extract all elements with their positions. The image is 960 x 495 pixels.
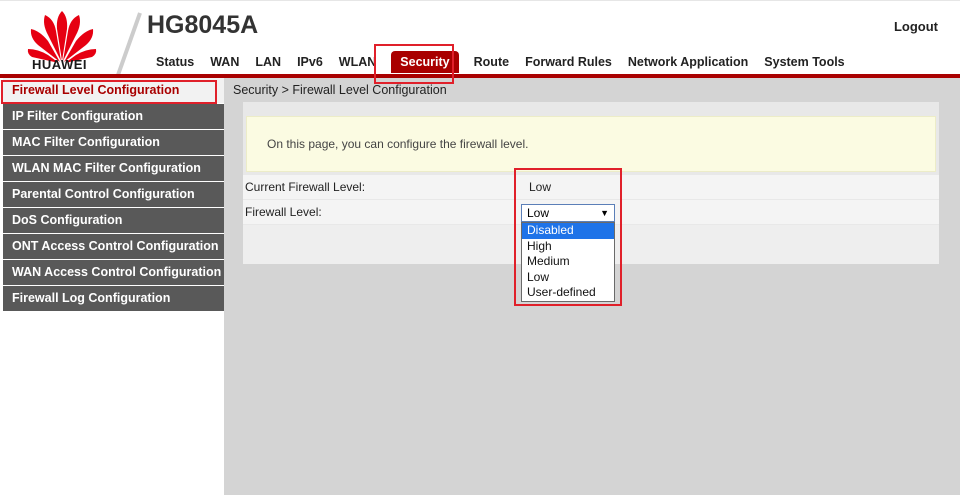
nav-wan[interactable]: WAN: [202, 51, 247, 73]
firewall-level-dropdown: Disabled High Medium Low User-defined: [521, 222, 615, 302]
brand-wordmark: HUAWEI: [32, 57, 87, 72]
header-divider: [116, 12, 142, 76]
option-disabled[interactable]: Disabled: [522, 223, 614, 239]
nav-wlan[interactable]: WLAN: [331, 51, 385, 73]
sidebar-item-mac-filter[interactable]: MAC Filter Configuration: [3, 130, 224, 155]
firewall-level-select-value: Low: [527, 206, 550, 220]
product-title: HG8045A: [147, 11, 259, 39]
sidebar: Firewall Level Configuration IP Filter C…: [0, 78, 224, 495]
sidebar-item-ont-access-control[interactable]: ONT Access Control Configuration: [3, 234, 224, 259]
sidebar-item-wlan-mac-filter[interactable]: WLAN MAC Filter Configuration: [3, 156, 224, 181]
sidebar-item-dos[interactable]: DoS Configuration: [3, 208, 224, 233]
option-high[interactable]: High: [522, 239, 614, 255]
current-level-row: Current Firewall Level: Low: [243, 175, 939, 199]
sidebar-item-ip-filter[interactable]: IP Filter Configuration: [3, 104, 224, 129]
nav-network-application[interactable]: Network Application: [620, 51, 756, 73]
current-level-value: Low: [529, 180, 552, 194]
sidebar-item-wan-access-control[interactable]: WAN Access Control Configuration: [3, 260, 224, 285]
sidebar-item-firewall-log[interactable]: Firewall Log Configuration: [3, 286, 224, 311]
nav-forward-rules[interactable]: Forward Rules: [517, 51, 620, 73]
nav-ipv6[interactable]: IPv6: [289, 51, 331, 73]
option-user-defined[interactable]: User-defined: [522, 285, 614, 301]
nav-lan[interactable]: LAN: [247, 51, 289, 73]
nav-security[interactable]: Security: [391, 51, 459, 73]
nav-system-tools[interactable]: System Tools: [756, 51, 852, 73]
chevron-down-icon: ▼: [600, 208, 609, 218]
nav-status[interactable]: Status: [148, 51, 202, 73]
current-level-label: Current Firewall Level:: [245, 180, 366, 194]
option-medium[interactable]: Medium: [522, 254, 614, 270]
firewall-level-select[interactable]: Low ▼: [521, 204, 615, 222]
top-nav: Status WAN LAN IPv6 WLAN Security Route …: [148, 51, 853, 73]
main-content: Security > Firewall Level Configuration …: [224, 78, 960, 495]
header: HUAWEI HG8045A Logout Status WAN LAN IPv…: [0, 0, 960, 79]
sidebar-item-parental-control[interactable]: Parental Control Configuration: [3, 182, 224, 207]
sidebar-item-firewall-level[interactable]: Firewall Level Configuration: [3, 78, 224, 103]
nav-route[interactable]: Route: [466, 51, 517, 73]
option-low[interactable]: Low: [522, 270, 614, 286]
firewall-level-label: Firewall Level:: [245, 205, 322, 219]
router-admin-page: HUAWEI HG8045A Logout Status WAN LAN IPv…: [0, 0, 960, 495]
page-notice: On this page, you can configure the fire…: [246, 116, 936, 172]
breadcrumb: Security > Firewall Level Configuration: [224, 78, 960, 103]
logout-link[interactable]: Logout: [894, 19, 938, 34]
